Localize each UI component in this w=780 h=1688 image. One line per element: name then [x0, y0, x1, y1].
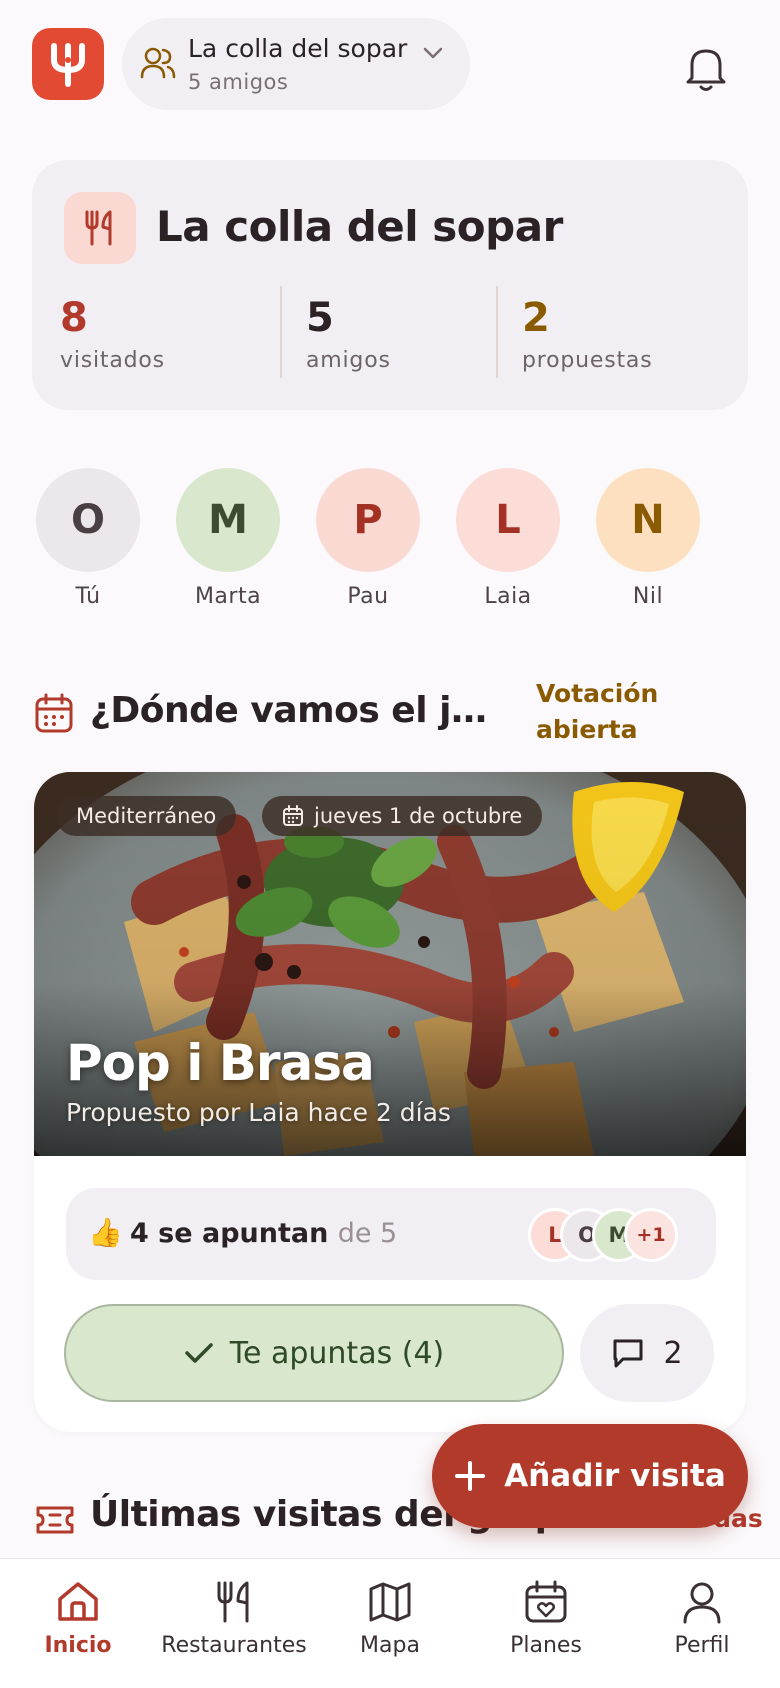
- member-name: Tú: [75, 584, 101, 609]
- attendance-summary: 4 se apuntan de 5: [130, 1218, 397, 1249]
- stat-friends: 5 amigos: [306, 294, 391, 373]
- stat-divider: [280, 286, 282, 378]
- notifications-button[interactable]: [678, 40, 734, 96]
- cuisine-label: Mediterráneo: [76, 804, 217, 828]
- member-name: Laia: [484, 584, 532, 609]
- nav-item-perfil[interactable]: Perfil: [624, 1579, 780, 1658]
- comment-icon: [613, 1339, 643, 1368]
- user-icon: [683, 1582, 721, 1624]
- avatar: O: [36, 468, 140, 572]
- attendee-more-badge: +1: [624, 1208, 678, 1262]
- group-selector[interactable]: La colla del sopar 5 amigos: [122, 18, 470, 110]
- stat-visited: 8 visitados: [60, 294, 165, 373]
- stat-value: 8: [60, 295, 88, 341]
- member-pau[interactable]: P Pau: [316, 468, 420, 609]
- users-icon: [140, 47, 176, 79]
- vote-status-badge: Votación abierta: [536, 679, 659, 744]
- check-icon: [185, 1343, 213, 1363]
- nav-label: Perfil: [674, 1633, 730, 1658]
- group-title: La colla del sopar: [156, 202, 563, 251]
- restaurant-name: Pop i Brasa: [66, 1034, 375, 1092]
- attendance-total: de 5: [337, 1218, 398, 1249]
- date-chip: jueves 1 de octubre: [262, 796, 543, 836]
- nav-label: Inicio: [44, 1633, 112, 1658]
- nav-item-mapa[interactable]: Mapa: [312, 1579, 468, 1658]
- comments-count: 2: [663, 1335, 683, 1371]
- nav-label: Restaurantes: [161, 1633, 307, 1658]
- calendar-icon: [35, 693, 73, 733]
- avatar: M: [176, 468, 280, 572]
- attendance-row[interactable]: 👍 4 se apuntan de 5 L O M +1: [66, 1188, 716, 1280]
- nav-label: Planes: [510, 1633, 582, 1658]
- fork-logo-icon: [51, 43, 85, 87]
- stat-label: visitados: [60, 348, 165, 373]
- member-nil[interactable]: N Nil: [596, 468, 700, 609]
- add-visit-label: Añadir visita: [504, 1458, 726, 1494]
- ticket-icon: [36, 1506, 74, 1534]
- app-header: La colla del sopar 5 amigos: [0, 0, 780, 128]
- group-member-count: 5 amigos: [188, 70, 289, 94]
- proposed-by-text: Propuesto por Laia hace 2 días: [66, 1098, 451, 1127]
- stat-proposals: 2 propuestas: [522, 294, 652, 373]
- avatar: P: [316, 468, 420, 572]
- proposal-card[interactable]: Mediterráneo jueves 1 de octubre Pop i B…: [34, 772, 746, 1432]
- plus-icon: [455, 1461, 486, 1491]
- attendance-count: 4 se apuntan: [130, 1218, 329, 1249]
- stat-value: 5: [306, 295, 334, 341]
- date-label: jueves 1 de octubre: [314, 804, 523, 828]
- stat-label: amigos: [306, 348, 391, 373]
- calendar-heart-icon: [525, 1580, 567, 1623]
- stat-value: 2: [522, 295, 550, 341]
- avatar: L: [456, 468, 560, 572]
- stat-divider: [496, 286, 498, 378]
- stat-label: propuestas: [522, 348, 653, 373]
- nav-item-inicio[interactable]: Inicio: [0, 1579, 156, 1658]
- member-name: Nil: [632, 584, 664, 609]
- utensils-icon: [64, 192, 136, 264]
- avatar: N: [596, 468, 700, 572]
- member-name: Marta: [194, 584, 262, 609]
- thumbs-up-icon: 👍: [88, 1216, 123, 1249]
- comments-button[interactable]: 2: [580, 1304, 714, 1402]
- home-icon: [58, 1582, 98, 1621]
- group-summary-card: La colla del sopar 8 visitados 5 amigos …: [32, 160, 748, 410]
- bottom-nav: Inicio Restaurantes Mapa Planes Perfil: [0, 1558, 780, 1688]
- member-laia[interactable]: L Laia: [456, 468, 560, 609]
- nav-label: Mapa: [360, 1633, 420, 1658]
- member-tu[interactable]: O Tú: [36, 468, 140, 609]
- nav-item-restaurantes[interactable]: Restaurantes: [156, 1579, 312, 1658]
- member-name: Pau: [347, 584, 389, 609]
- bell-icon: [686, 49, 726, 91]
- nav-item-planes[interactable]: Planes: [468, 1579, 624, 1658]
- member-marta[interactable]: M Marta: [176, 468, 280, 609]
- join-button[interactable]: Te apuntas (4): [64, 1304, 564, 1402]
- chevron-down-icon: [423, 47, 443, 59]
- app-logo[interactable]: [32, 28, 104, 100]
- cuisine-chip: Mediterráneo: [56, 796, 237, 836]
- vote-section-title: ¿Dónde vamos el jueves?: [90, 690, 510, 731]
- utensils-icon: [217, 1581, 249, 1623]
- map-icon: [369, 1582, 411, 1622]
- restaurant-photo[interactable]: Mediterráneo jueves 1 de octubre Pop i B…: [34, 772, 746, 1156]
- add-visit-button[interactable]: Añadir visita: [432, 1424, 748, 1528]
- join-label: Te apuntas (4): [229, 1335, 445, 1371]
- group-name: La colla del sopar: [188, 34, 408, 63]
- calendar-icon: [283, 805, 303, 826]
